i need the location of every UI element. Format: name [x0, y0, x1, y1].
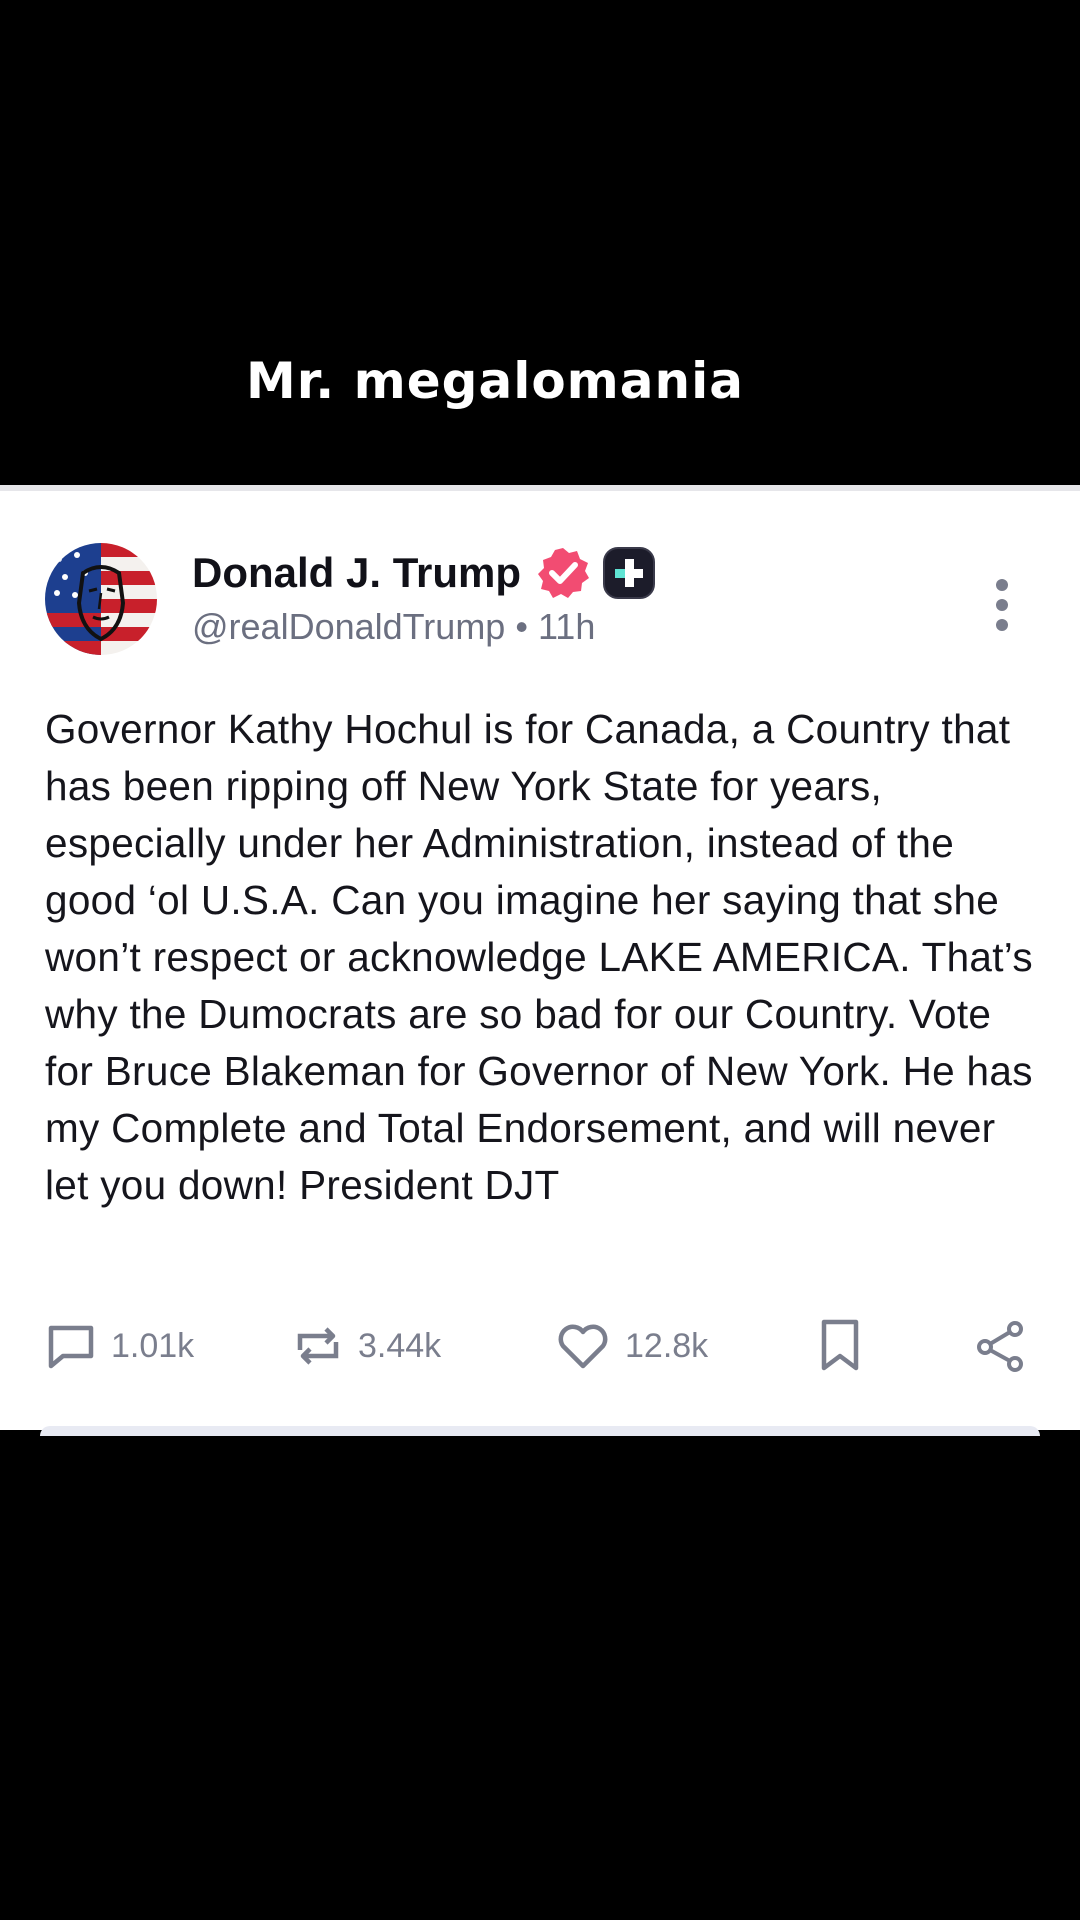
avatar-image [45, 543, 157, 655]
heart-icon [558, 1324, 608, 1369]
reply-icon [48, 1325, 94, 1369]
bookmark-icon [821, 1319, 859, 1371]
post-card: Donald J. Trump @realDonaldTrump • 11h Gov… [0, 485, 1080, 1436]
next-card-edge [40, 1426, 1040, 1436]
reply-button[interactable]: 1.01k [45, 1311, 194, 1381]
retruth-button[interactable]: 3.44k [292, 1311, 441, 1381]
author-handle[interactable]: @realDonaldTrump [192, 606, 505, 647]
meta-separator: • [515, 606, 528, 647]
retruth-count: 3.44k [358, 1326, 442, 1365]
like-count: 12.8k [625, 1326, 709, 1365]
plus-badge-icon [603, 547, 656, 599]
retruth-icon [297, 1327, 339, 1365]
post-time[interactable]: 11h [538, 606, 595, 647]
share-icon [977, 1321, 1023, 1372]
share-button[interactable] [975, 1311, 1039, 1381]
more-vertical-icon[interactable] [982, 575, 1022, 635]
bookmark-button[interactable] [818, 1311, 876, 1381]
overlay-caption: Mr. megalomania [245, 352, 745, 410]
author-name[interactable]: Donald J. Trump [192, 549, 521, 597]
verified-badge-icon [538, 548, 590, 598]
author-meta: @realDonaldTrump • 11h [192, 606, 595, 648]
avatar[interactable] [45, 543, 157, 655]
post-body: Governor Kathy Hochul is for Canada, a C… [45, 701, 1045, 1214]
like-button[interactable]: 12.8k [555, 1311, 708, 1381]
action-bar: 1.01k 3.44k 12.8k [0, 1311, 1080, 1381]
reply-count: 1.01k [111, 1326, 195, 1365]
author-name-row: Donald J. Trump [192, 543, 657, 603]
post-text: Governor Kathy Hochul is for Canada, a C… [45, 706, 1033, 1208]
